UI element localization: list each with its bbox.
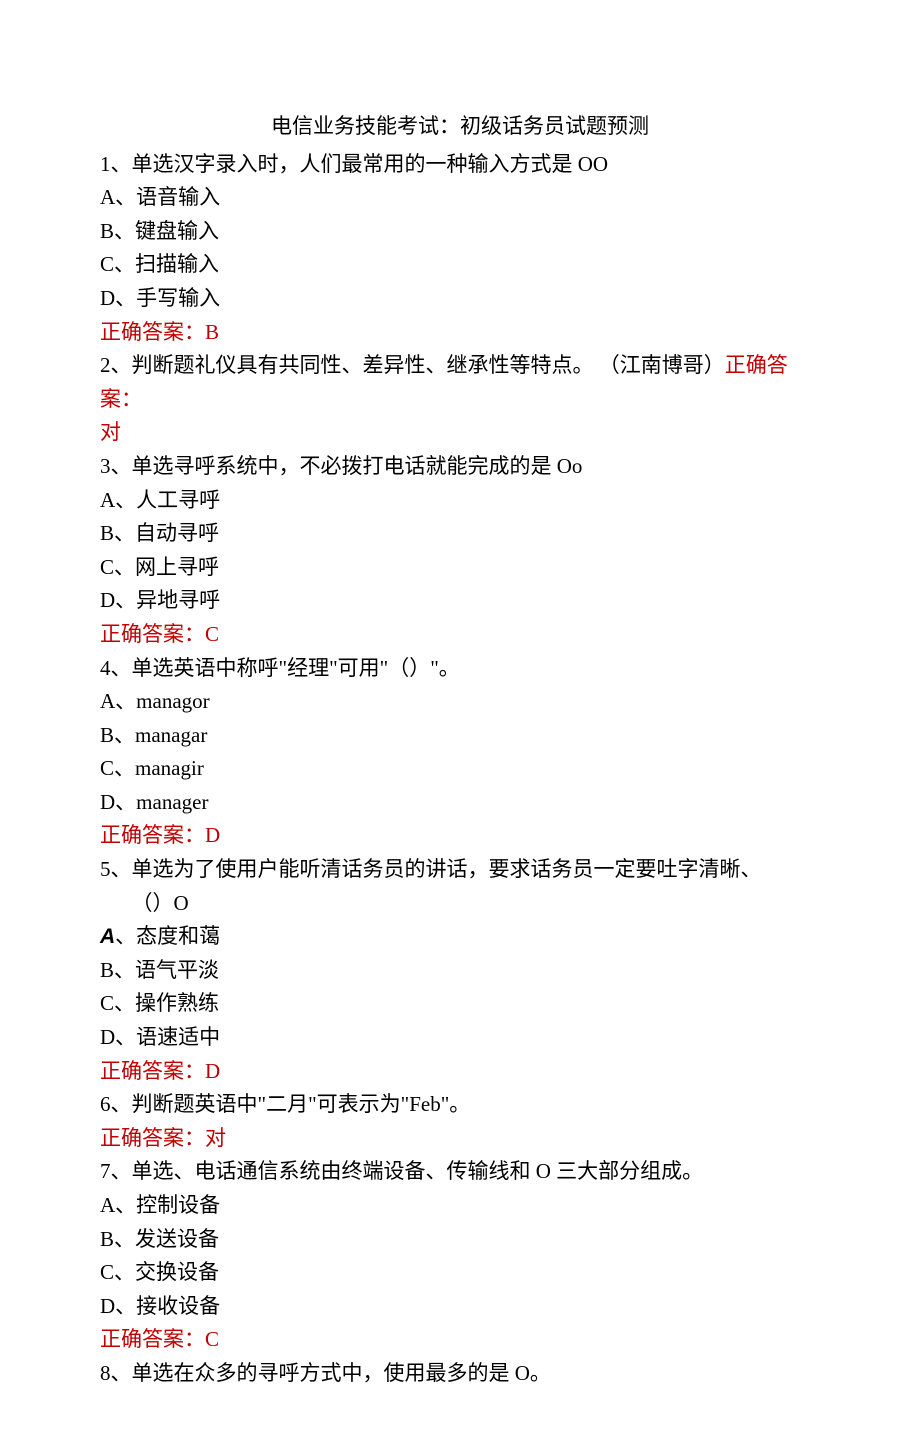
q2-stem: 2、判断题礼仪具有共同性、差异性、继承性等特点。 （江南博哥） — [100, 353, 725, 377]
q4-opt-d: D、manager — [100, 786, 820, 820]
q5-opt-c: C、操作熟练 — [100, 987, 820, 1021]
q4-a-pre: A、 — [100, 689, 136, 713]
q7-opt-a: A、控制设备 — [100, 1189, 820, 1223]
q3-opt-b: B、自动寻呼 — [100, 517, 820, 551]
q5-stem2: （）O — [100, 887, 820, 921]
q3-answer: 正确答案：C — [100, 618, 820, 652]
q2-answer-cont: 对 — [100, 416, 820, 450]
q3-opt-c: C、网上寻呼 — [100, 551, 820, 585]
q4-opt-b: B、managar — [100, 719, 820, 753]
q4-opt-c: C、managir — [100, 752, 820, 786]
q3-stem: 3、单选寻呼系统中，不必拨打电话就能完成的是 Oo — [100, 450, 820, 484]
q4-opt-a: A、managor — [100, 685, 820, 719]
q4-answer: 正确答案：D — [100, 819, 820, 853]
q5-stem: 5、单选为了使用户能听清话务员的讲话，要求话务员一定要吐字清晰、 — [100, 853, 820, 887]
q4-b-pre: B、 — [100, 723, 135, 747]
q5-a-pre: A — [100, 925, 115, 948]
q5-a-val: 、态度和蔼 — [115, 924, 220, 948]
q1-opt-a: A、语音输入 — [100, 181, 820, 215]
q7-opt-b: B、发送设备 — [100, 1223, 820, 1257]
q4-b-val: managar — [135, 723, 207, 747]
q6-stem: 6、判断题英语中"二月"可表示为"Feb"。 — [100, 1088, 820, 1122]
q1-opt-d: D、手写输入 — [100, 282, 820, 316]
q4-d-val: manager — [136, 790, 208, 814]
q7-stem: 7、单选、电话通信系统由终端设备、传输线和 O 三大部分组成。 — [100, 1155, 820, 1189]
q4-d-pre: D、 — [100, 790, 136, 814]
q3-opt-a: A、人工寻呼 — [100, 484, 820, 518]
document-page: 电信业务技能考试：初级话务员试题预测 1、单选汉字录入时，人们最常用的一种输入方… — [0, 0, 920, 1451]
q2-line: 2、判断题礼仪具有共同性、差异性、继承性等特点。 （江南博哥）正确答案： — [100, 349, 820, 416]
q7-opt-c: C、交换设备 — [100, 1256, 820, 1290]
q1-stem: 1、单选汉字录入时，人们最常用的一种输入方式是 OO — [100, 148, 820, 182]
q1-opt-c: C、扫描输入 — [100, 248, 820, 282]
q4-stem: 4、单选英语中称呼"经理"可用"（）"。 — [100, 652, 820, 686]
q4-c-val: managir — [135, 756, 204, 780]
q1-answer: 正确答案：B — [100, 316, 820, 350]
q6-answer: 正确答案：对 — [100, 1122, 820, 1156]
q1-opt-b: B、键盘输入 — [100, 215, 820, 249]
q3-opt-d: D、异地寻呼 — [100, 584, 820, 618]
q7-answer: 正确答案：C — [100, 1323, 820, 1357]
q4-a-val: managor — [136, 689, 209, 713]
q5-opt-a: A、态度和蔼 — [100, 920, 820, 954]
q5-opt-b: B、语气平淡 — [100, 954, 820, 988]
q4-c-pre: C、 — [100, 756, 135, 780]
q7-opt-d: D、接收设备 — [100, 1290, 820, 1324]
q8-stem: 8、单选在众多的寻呼方式中，使用最多的是 O。 — [100, 1357, 820, 1391]
page-title: 电信业务技能考试：初级话务员试题预测 — [100, 110, 820, 144]
q5-answer: 正确答案：D — [100, 1055, 820, 1089]
q5-opt-d: D、语速适中 — [100, 1021, 820, 1055]
